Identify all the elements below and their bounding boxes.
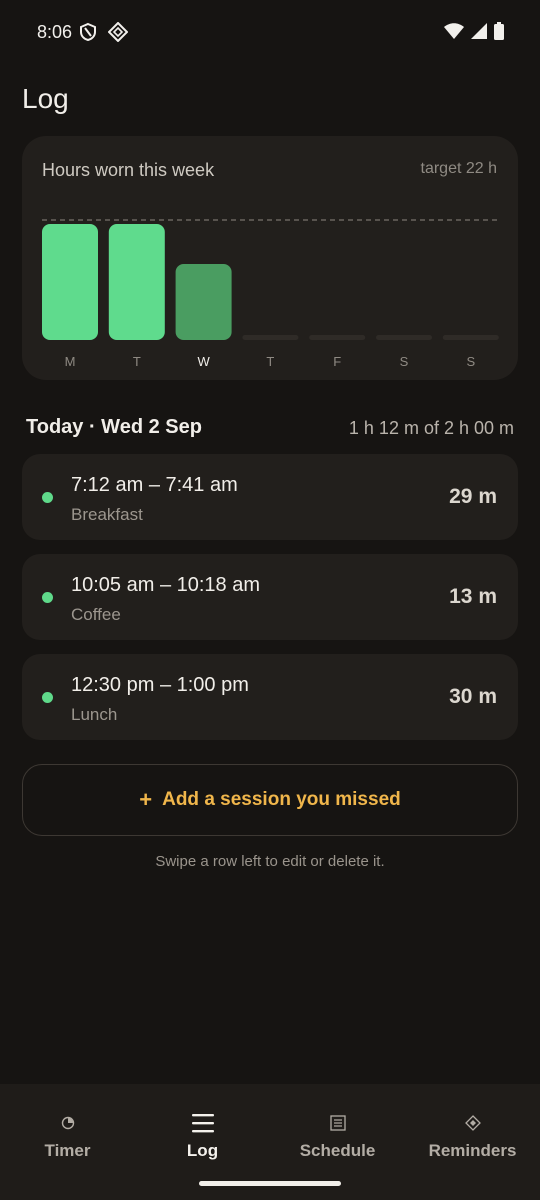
- session-duration: 13 m: [449, 585, 497, 608]
- nav-tab-schedule[interactable]: Schedule: [270, 1084, 405, 1184]
- home-indicator[interactable]: [199, 1181, 341, 1186]
- chart-day-label: S: [400, 354, 409, 369]
- session-row[interactable]: 12:30 pm – 1:00 pm Lunch 30 m: [22, 654, 518, 740]
- chart-bar: [108, 224, 165, 340]
- session-time-range: 10:05 am – 10:18 am: [71, 574, 261, 596]
- session-label: Breakfast: [71, 505, 143, 524]
- nav-tab-log[interactable]: Log: [135, 1084, 270, 1184]
- nav-tab-reminders[interactable]: Reminders: [405, 1084, 540, 1184]
- chart-bar: [175, 264, 232, 340]
- chart-day-label: W: [197, 354, 210, 369]
- menu-icon: [135, 1108, 270, 1138]
- status-time: 8:06: [37, 22, 73, 42]
- page-title: Log: [22, 83, 69, 114]
- session-dot-icon: [42, 592, 53, 603]
- swipe-hint: Swipe a row left to edit or delete it.: [155, 853, 385, 870]
- session-row[interactable]: 10:05 am – 10:18 am Coffee 13 m: [22, 554, 518, 640]
- chart-bar: [376, 335, 432, 340]
- session-duration: 29 m: [449, 485, 497, 508]
- nav-label-reminders: Reminders: [428, 1141, 517, 1160]
- add-missed-session-button[interactable]: + Add a session you missed: [22, 764, 518, 836]
- session-dot-icon: [42, 492, 53, 503]
- today-summary: 1 h 12 m of 2 h 00 m: [348, 418, 514, 438]
- today-header: Today · Wed 2 Sep: [26, 416, 202, 438]
- app-notification-icon: [107, 21, 129, 47]
- status-bar: 8:06: [0, 0, 540, 66]
- chart-day-label: T: [266, 354, 274, 369]
- nav-label-schedule: Schedule: [299, 1141, 376, 1160]
- schedule-icon: [270, 1108, 405, 1138]
- session-label: Lunch: [71, 705, 118, 724]
- chart-day-label: M: [65, 354, 76, 369]
- battery-icon: [494, 22, 504, 45]
- shield-icon: [79, 22, 97, 47]
- nav-tab-timer[interactable]: Timer: [0, 1084, 135, 1184]
- weekly-bar-chart: MTWTFSS: [42, 219, 499, 369]
- chart-day-label: S: [466, 354, 475, 369]
- session-time-range: 12:30 pm – 1:00 pm: [71, 674, 249, 696]
- chart-bar: [42, 224, 98, 340]
- nav-label-timer: Timer: [44, 1141, 91, 1160]
- timer-icon: [0, 1108, 135, 1138]
- session-duration: 30 m: [449, 685, 497, 708]
- session-label: Coffee: [71, 605, 121, 624]
- signal-icon: [471, 23, 487, 44]
- session-time-range: 7:12 am – 7:41 am: [71, 474, 238, 496]
- chart-day-label: T: [133, 354, 141, 369]
- chart-bar: [309, 335, 366, 340]
- session-dot-icon: [42, 692, 53, 703]
- reminders-icon: [405, 1108, 540, 1138]
- chart-day-label: F: [333, 354, 341, 369]
- chart-bar: [442, 335, 499, 340]
- weekly-chart-card: Hours worn this week target 22 h MTWTFSS: [22, 136, 518, 380]
- plus-icon: +: [139, 787, 153, 812]
- add-missed-session-label: Add a session you missed: [162, 789, 401, 810]
- wifi-icon: [444, 23, 464, 44]
- chart-bar: [242, 335, 299, 340]
- session-row[interactable]: 7:12 am – 7:41 am Breakfast 29 m: [22, 454, 518, 540]
- nav-label-log: Log: [186, 1141, 219, 1160]
